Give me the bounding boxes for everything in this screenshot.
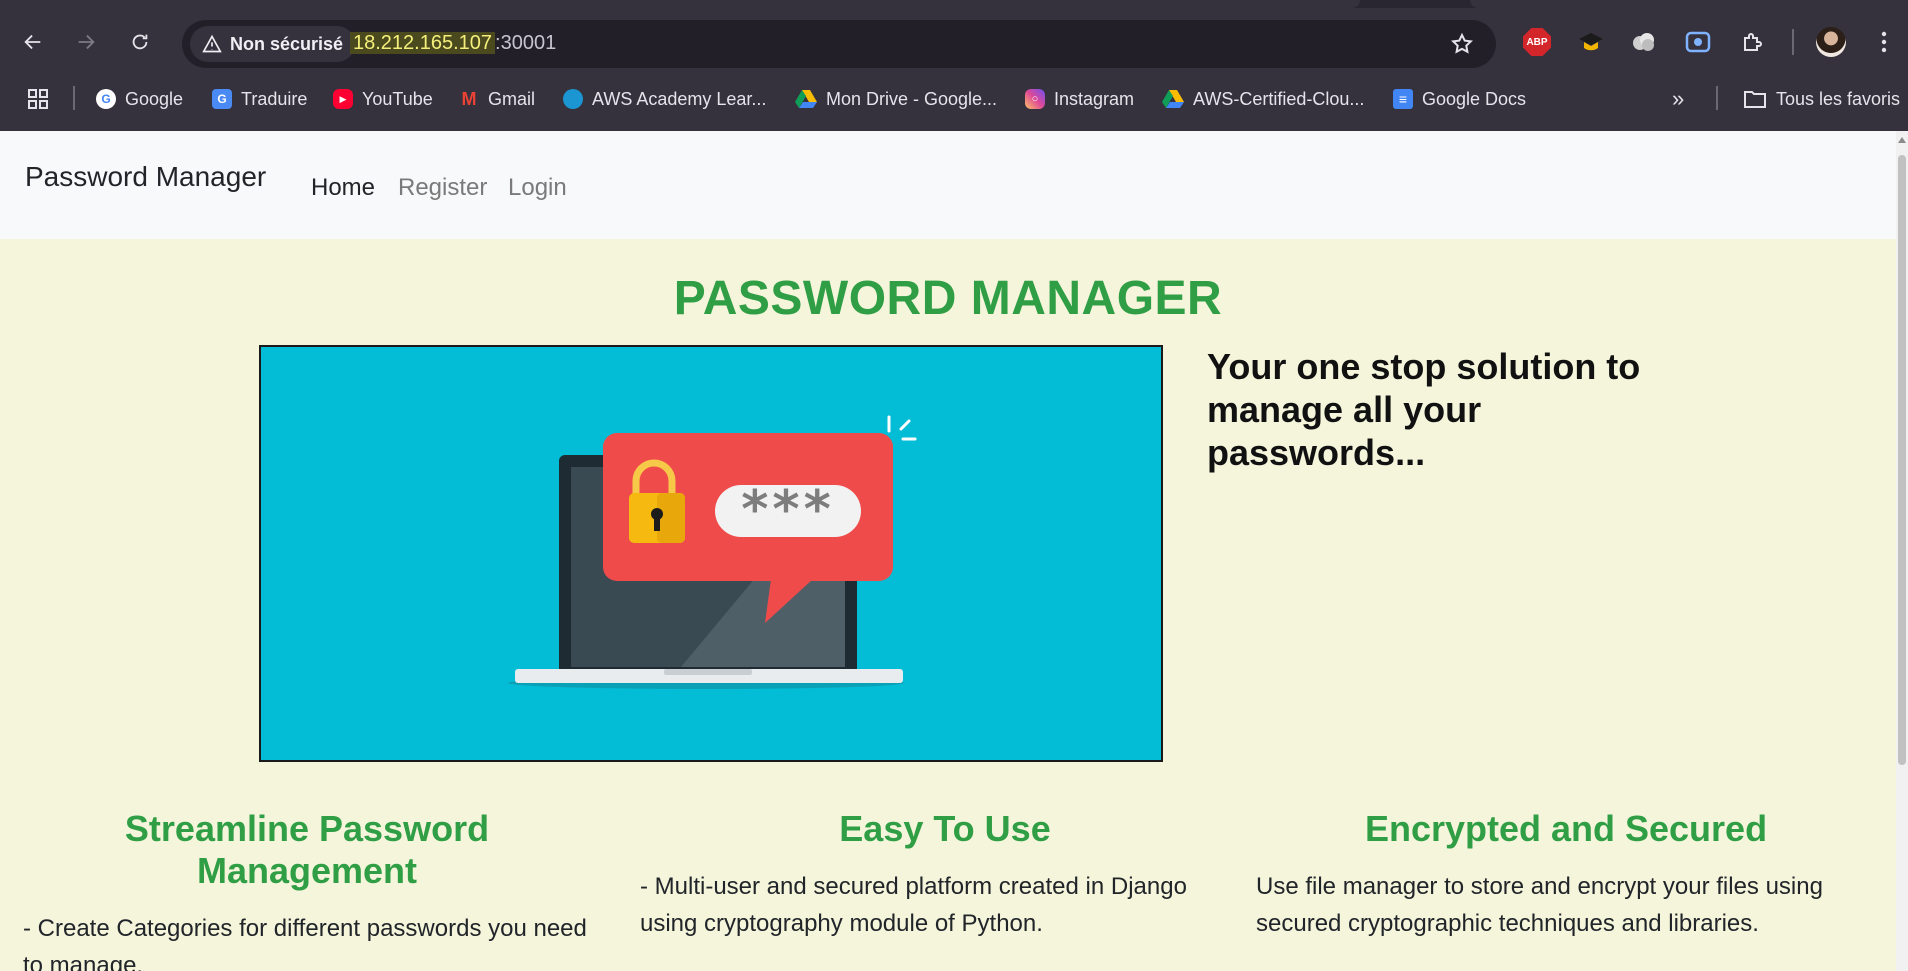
scroll-up-arrow-icon[interactable] — [1898, 137, 1906, 143]
url-port: :30001 — [495, 32, 557, 54]
double-chevron-icon: » — [1672, 86, 1685, 111]
screen-capture-icon — [1685, 31, 1711, 53]
feature-title: Encrypted and Secured — [1364, 808, 1768, 849]
hero-illustration: *** — [259, 345, 1163, 762]
feature-streamline: Streamline Password Management - Create … — [12, 808, 602, 971]
apps-button[interactable] — [26, 86, 50, 112]
reload-icon — [132, 34, 148, 50]
translate-icon: G — [212, 89, 232, 109]
bookmarks-divider — [73, 86, 75, 110]
cloud-icon — [1633, 33, 1654, 51]
bookmark-google[interactable]: G Google — [96, 86, 183, 112]
feature-text: Use file manager to store and encrypt yo… — [1256, 873, 1823, 937]
youtube-icon: ▶ — [333, 89, 353, 109]
feature-text: - Create Categories for different passwo… — [23, 915, 587, 971]
bookmark-label: AWS-Certified-Clou... — [1193, 88, 1365, 109]
apps-grid-icon — [28, 89, 48, 109]
bookmark-star-icon[interactable] — [1450, 32, 1474, 56]
bookmark-label: Google Docs — [1422, 88, 1527, 109]
extension-cloud[interactable] — [1628, 26, 1660, 58]
scrollbar-thumb[interactable] — [1898, 155, 1906, 765]
google-drive-icon — [795, 90, 817, 108]
active-tab-edge — [0, 0, 1360, 8]
security-chip[interactable]: Non sécurisé — [190, 26, 356, 62]
salesforce-cloud-icon — [563, 89, 583, 109]
forward-button[interactable] — [68, 24, 104, 60]
all-bookmarks-label: Tous les favoris — [1776, 88, 1901, 109]
feature-title: Easy To Use — [839, 808, 1051, 849]
nav-register-link[interactable]: Register — [398, 174, 487, 202]
brand-link[interactable]: Password Manager — [25, 161, 266, 193]
password-mask-text: *** — [741, 480, 835, 540]
sparkle-icon — [887, 415, 917, 441]
tab-strip — [0, 0, 1908, 8]
bookmark-instagram[interactable]: ○ Instagram — [1025, 86, 1134, 112]
address-bar[interactable]: Non sécurisé 18.212.165.107:30001 — [182, 20, 1496, 68]
bookmark-mon-drive[interactable]: Mon Drive - Google... — [795, 86, 997, 112]
google-docs-icon: ≡ — [1393, 89, 1413, 109]
extension-screen[interactable] — [1682, 26, 1714, 58]
bookmark-label: Instagram — [1054, 88, 1135, 109]
hero-title: PASSWORD MANAGER — [673, 272, 1223, 325]
bookmark-aws-certified[interactable]: AWS-Certified-Clou... — [1162, 86, 1364, 112]
bookmark-traduire[interactable]: G Traduire — [212, 86, 307, 112]
browser-menu-button[interactable] — [1868, 26, 1900, 58]
bookmarks-bar: G Google G Traduire ▶ YouTube M Gmail AW… — [0, 80, 1908, 118]
feature-easy-to-use: Easy To Use - Multi-user and secured pla… — [630, 808, 1220, 942]
puzzle-icon — [1744, 33, 1762, 51]
bookmark-google-docs[interactable]: ≡ Google Docs — [1393, 86, 1526, 112]
bookmark-label: AWS Academy Lear... — [592, 88, 767, 109]
back-button[interactable] — [15, 24, 51, 60]
more-bookmarks-button[interactable]: » — [1672, 86, 1684, 112]
hero-tagline: Your one stop solution to manage all you… — [1207, 346, 1641, 473]
bookmark-gmail[interactable]: M Gmail — [459, 86, 536, 112]
bookmark-label: Gmail — [488, 88, 536, 109]
bookmark-label: Google — [125, 88, 184, 109]
page-scrollbar[interactable] — [1896, 131, 1908, 971]
toolbar-divider — [1792, 29, 1794, 55]
feature-text: - Multi-user and secured platform create… — [640, 873, 1187, 937]
nav-home-link[interactable]: Home — [311, 174, 375, 202]
browser-chrome: Non sécurisé 18.212.165.107:30001 ABP G … — [0, 0, 1908, 131]
gmail-icon: M — [461, 88, 477, 109]
security-label: Non sécurisé — [230, 33, 344, 54]
warning-icon — [202, 34, 222, 53]
bookmark-youtube[interactable]: ▶ YouTube — [333, 86, 433, 112]
profile-button[interactable] — [1815, 26, 1847, 58]
bookmarks-divider — [1716, 86, 1718, 110]
url-host: 18.212.165.107 — [350, 32, 496, 54]
site-navbar: Password Manager Home Register Login — [0, 131, 1896, 239]
extension-graduation[interactable] — [1575, 26, 1607, 58]
kebab-menu-icon — [1881, 31, 1887, 53]
bookmark-label: Traduire — [241, 88, 308, 109]
arrow-left-icon — [24, 34, 41, 50]
adblock-icon: ABP — [1523, 28, 1551, 56]
folder-icon — [1744, 91, 1766, 108]
url-text[interactable]: 18.212.165.107:30001 — [350, 32, 556, 55]
feature-title: Streamline Password Management — [124, 808, 490, 891]
bookmark-label: Mon Drive - Google... — [826, 88, 998, 109]
google-drive-icon — [1162, 90, 1184, 108]
tab-edge — [1470, 0, 1908, 8]
instagram-icon: ○ — [1025, 89, 1045, 109]
google-icon: G — [96, 89, 116, 109]
bookmark-aws-academy[interactable]: AWS Academy Lear... — [563, 86, 766, 112]
feature-encrypted: Encrypted and Secured Use file manager t… — [1246, 808, 1836, 942]
adblock-extension[interactable]: ABP — [1521, 26, 1553, 58]
reload-button[interactable] — [122, 24, 158, 60]
page-content: Password Manager Home Register Login PAS… — [0, 131, 1896, 971]
all-bookmarks-folder[interactable]: Tous les favoris — [1743, 86, 1900, 112]
arrow-right-icon — [78, 34, 95, 50]
laptop-lock-illustration: *** — [508, 415, 917, 689]
nav-login-link[interactable]: Login — [508, 174, 567, 202]
avatar — [1816, 27, 1846, 57]
extensions-button[interactable] — [1736, 26, 1768, 58]
graduation-cap-icon — [1579, 33, 1603, 51]
bookmark-label: YouTube — [362, 88, 433, 109]
